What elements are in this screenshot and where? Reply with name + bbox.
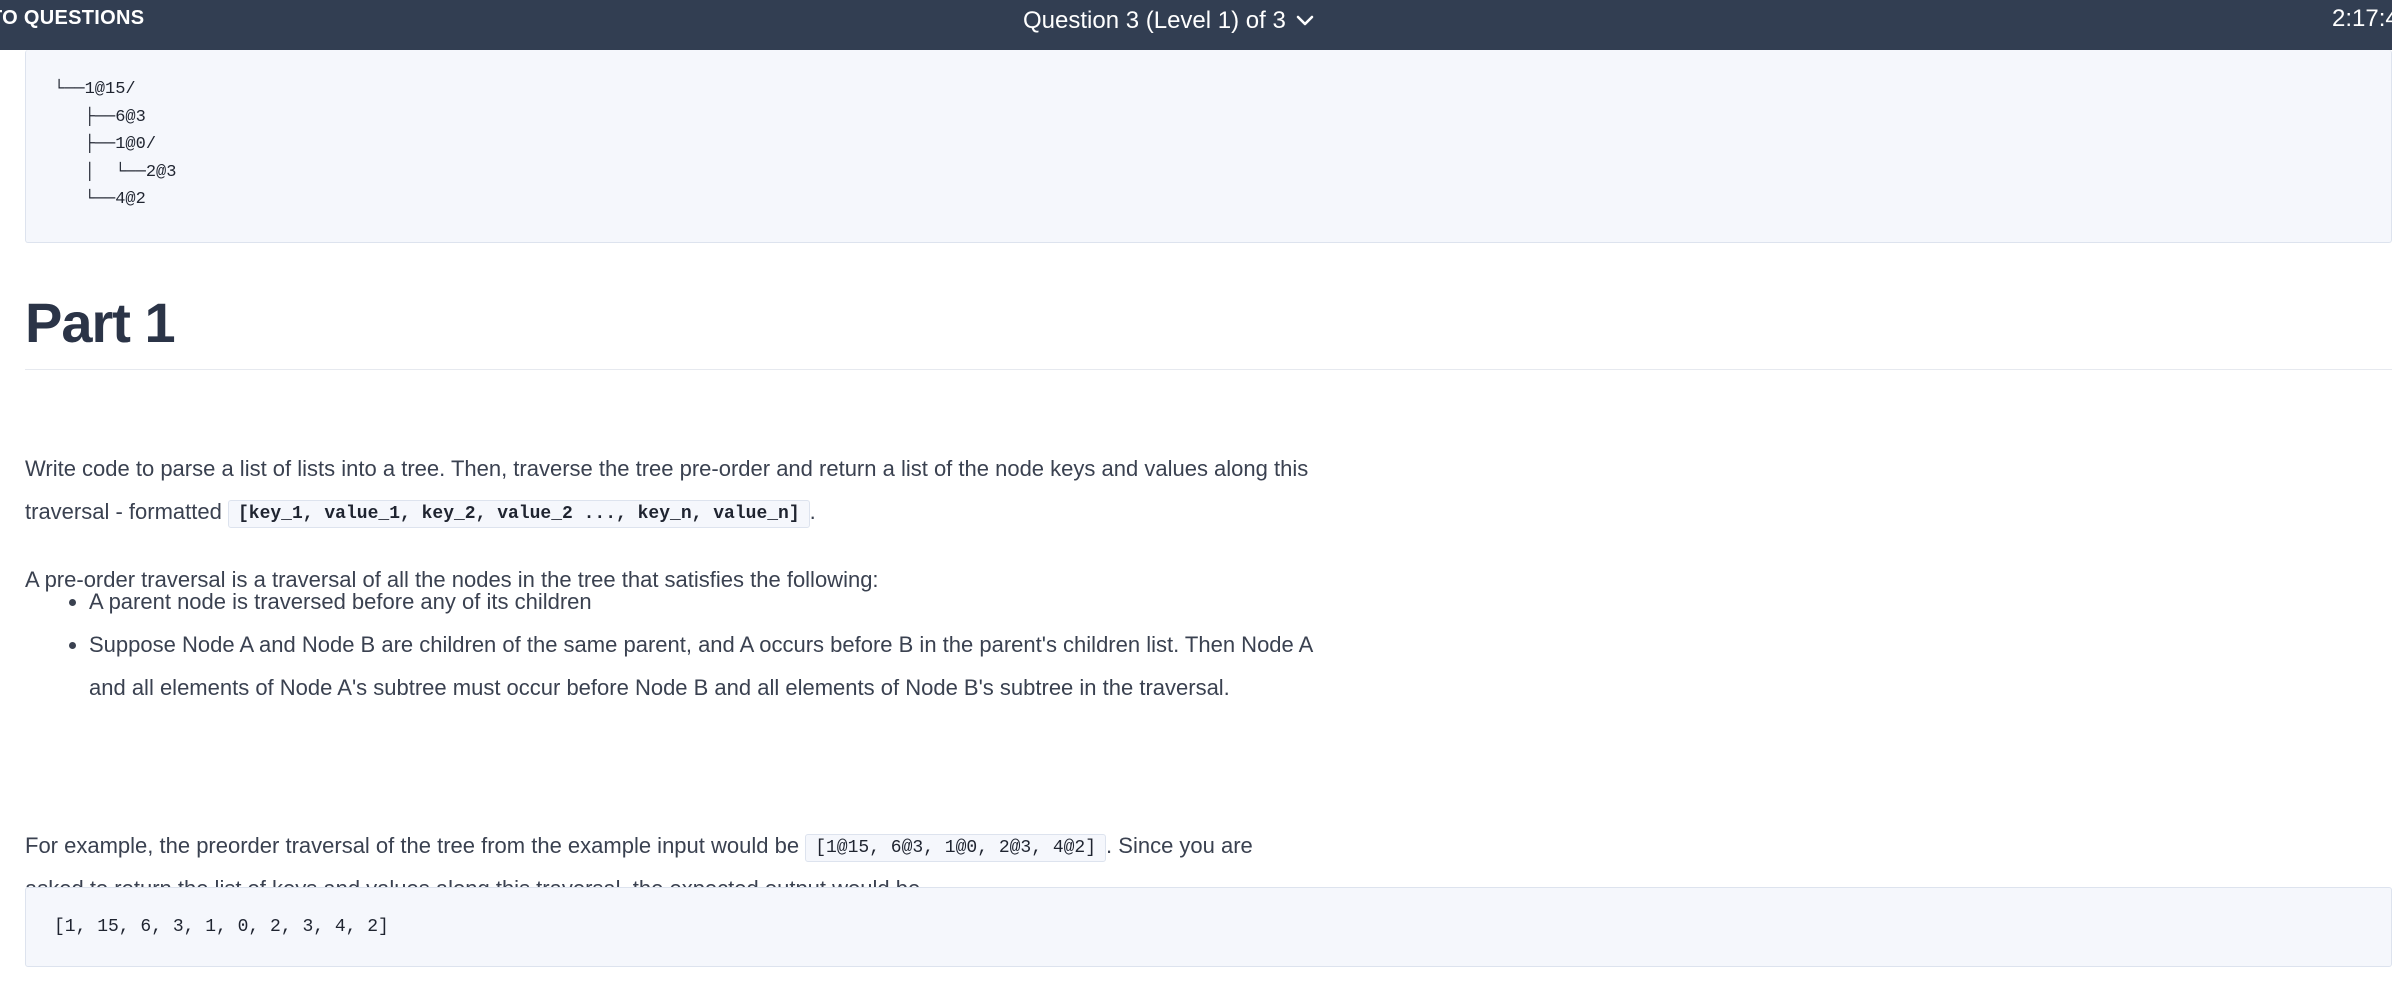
tree-line: │ └──2@3 [54, 162, 177, 182]
example-traversal-code: [1@15, 6@3, 1@0, 2@3, 4@2] [805, 834, 1107, 862]
intro-paragraph: Write code to parse a list of lists into… [25, 447, 1345, 533]
tree-line: └──4@2 [54, 190, 146, 210]
tree-line: ├──6@3 [54, 107, 146, 127]
preorder-rules-list: A parent node is traversed before any of… [65, 580, 1325, 709]
top-bar: TO QUESTIONS Question 3 (Level 1) of 3 2… [0, 0, 2392, 50]
heading-divider [25, 369, 2392, 370]
tree-line: ├──1@0/ [54, 135, 157, 155]
question-selector-dropdown[interactable]: Question 3 (Level 1) of 3 [1023, 5, 1314, 37]
rule-text: Suppose Node A and Node B are children o… [89, 632, 1313, 700]
part-heading: Part 1 [25, 291, 176, 354]
tree-line: └──1@15/ [54, 80, 136, 99]
rule-text: A parent node is traversed before any of… [89, 589, 592, 614]
list-item: A parent node is traversed before any of… [65, 580, 1325, 623]
example-text: For example, the preorder traversal of t… [25, 833, 800, 858]
back-to-questions-link[interactable]: TO QUESTIONS [0, 7, 144, 30]
expected-output: [1, 15, 6, 3, 1, 0, 2, 3, 4, 2] [54, 917, 389, 937]
question-selector-label: Question 3 (Level 1) of 3 [1023, 7, 1286, 34]
intro-period: . [809, 499, 816, 524]
chevron-down-icon [1296, 15, 1314, 27]
output-format-code: [key_1, value_1, key_2, value_2 ..., key… [227, 500, 810, 528]
expected-output-code-block: [1, 15, 6, 3, 1, 0, 2, 3, 4, 2] [25, 887, 2392, 967]
timer: 2:17:4 [2332, 5, 2392, 32]
tree-example-code-block: └──1@15/ ├──6@3 ├──1@0/ │ └──2@3 └──4@2 [25, 50, 2392, 243]
list-item: Suppose Node A and Node B are children o… [65, 623, 1325, 709]
intro-text: Write code to parse a list of lists into… [25, 456, 1096, 481]
